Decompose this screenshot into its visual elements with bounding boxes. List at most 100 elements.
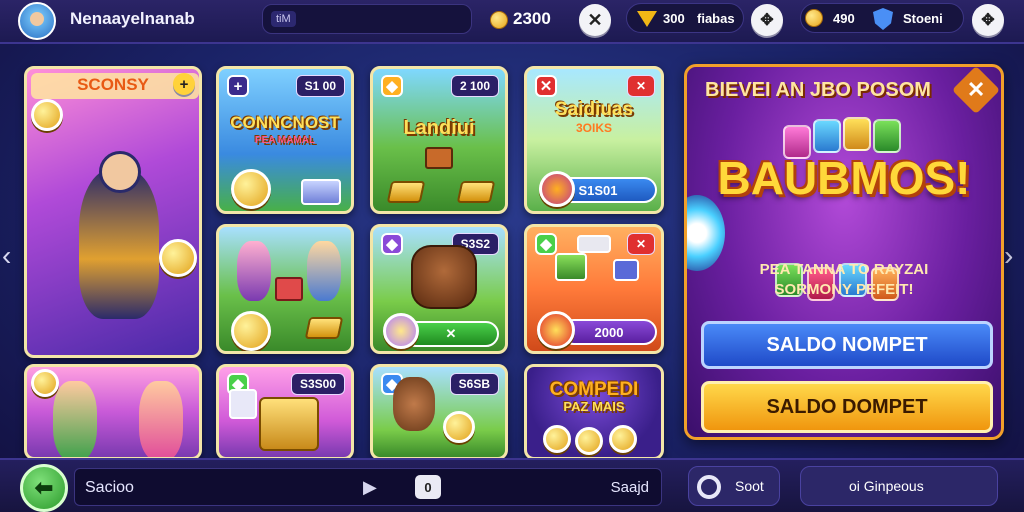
close-icon: ✕ xyxy=(535,75,557,97)
gold-bar-icon xyxy=(304,317,344,339)
chat-input[interactable]: Sacioo ▶ 0 Saajd xyxy=(74,468,662,506)
block-icon xyxy=(613,259,639,281)
game-card-warriors[interactable] xyxy=(216,224,354,354)
hero-head xyxy=(99,151,141,193)
carousel-right-arrow[interactable]: › xyxy=(1004,240,1013,272)
gear-icon xyxy=(697,475,721,499)
game-card-goblin[interactable]: ◆ S6SB xyxy=(370,364,508,460)
block-icon xyxy=(555,253,587,281)
gem-label: fiabas xyxy=(697,11,735,26)
search-field[interactable]: tiM xyxy=(262,4,472,34)
groups-button[interactable]: oi Ginpeous xyxy=(800,466,998,506)
prize-wheel-icon xyxy=(687,195,725,271)
send-label[interactable]: Saajd xyxy=(611,479,649,496)
expand-button[interactable]: ✥ xyxy=(751,4,783,36)
play-icon[interactable]: ▶ xyxy=(363,477,377,498)
close-button[interactable]: ✕ xyxy=(579,4,611,36)
crate-icon xyxy=(275,277,303,301)
game-card-hero[interactable]: SCONSY + xyxy=(24,66,202,358)
settings-button[interactable]: Soot xyxy=(688,466,780,506)
coin-icon xyxy=(543,425,571,453)
game-card-friends[interactable] xyxy=(24,364,202,460)
character-icon xyxy=(139,381,183,457)
search-tag: tiM xyxy=(271,11,296,27)
crate-icon xyxy=(425,147,453,169)
promo-header: BIEVEI AN JBO POSOM xyxy=(705,79,931,101)
player-avatar[interactable] xyxy=(18,2,56,40)
coin-icon xyxy=(231,311,271,351)
promo-subtitle-line2: SORMONY PEFEIT! xyxy=(774,281,914,298)
game-card-treasure[interactable]: ◆ S3S00 xyxy=(216,364,354,460)
character-icon xyxy=(53,381,97,457)
gem-count: 300 xyxy=(663,11,685,26)
game-card-blocks[interactable]: ◆ ✕ 2000 xyxy=(524,224,664,354)
saldo-nompet-button[interactable]: SALDO NOMPET xyxy=(701,321,993,369)
card-icon xyxy=(229,389,257,419)
card-price: 2 100 xyxy=(450,75,499,97)
coin-icon xyxy=(31,369,59,397)
coin-icon xyxy=(490,11,508,29)
chat-input-label: Sacioo xyxy=(85,479,134,496)
card-price: S6SB xyxy=(449,373,499,395)
badge-icon xyxy=(539,171,575,207)
top-bar: Nenaayelnanab tiM 2300 ✕ 300 fiabas ✥ 49… xyxy=(0,0,1024,44)
badge-icon xyxy=(383,313,419,349)
treasure-chest-icon xyxy=(259,397,319,451)
card-action-button[interactable]: 2000 xyxy=(561,319,657,345)
token-icon xyxy=(805,9,823,27)
shield-coin-icon xyxy=(159,239,197,277)
add-icon: + xyxy=(227,75,249,97)
camera-button[interactable]: 0 xyxy=(415,475,441,499)
promo-subtitle-line1: PEA TANNA TO RAYZAI xyxy=(759,261,929,278)
coin-icon xyxy=(609,425,637,453)
game-card-connect[interactable]: + S1 00 CONNCNOST PEA MAMAL xyxy=(216,66,354,214)
game-card-compedi[interactable]: COMPEDI PAZ MAIS xyxy=(524,364,664,460)
goblin-character xyxy=(393,377,435,431)
card-title: Landiui xyxy=(403,117,475,139)
back-arrow-button[interactable]: ⬅ xyxy=(20,464,68,512)
gold-bar-icon xyxy=(386,181,426,203)
card-price: ✕ xyxy=(626,75,655,97)
block-icon xyxy=(577,235,611,253)
carousel-left-arrow[interactable]: ‹ xyxy=(2,240,11,272)
chest-icon xyxy=(301,179,341,205)
fullscreen-button[interactable]: ✥ xyxy=(972,4,1004,36)
coin-icon xyxy=(231,169,271,209)
groups-label: oi Ginpeous xyxy=(849,478,924,494)
add-button[interactable]: + xyxy=(173,73,195,95)
coin-icon xyxy=(443,411,475,443)
bottom-bar: ⬅ Sacioo ▶ 0 Saajd Soot oi Ginpeous xyxy=(0,458,1024,512)
gem-icon: ◆ xyxy=(535,233,557,255)
token-count: 490 xyxy=(833,11,855,26)
gem-icon: ◆ xyxy=(381,233,403,255)
gold-bar-icon xyxy=(456,181,496,203)
game-card-saidiuas[interactable]: ✕ ✕ Saidiuas 3OIKS S1S01 xyxy=(524,66,664,214)
card-title: Saidiuas xyxy=(554,99,634,120)
card-subtitle: PAZ MAIS xyxy=(563,399,625,414)
promo-panel: BIEVEI AN JBO POSOM ✕ BAUBMOS! PEA TANNA… xyxy=(684,64,1004,440)
card-price: S1 00 xyxy=(295,75,345,97)
star-icon xyxy=(537,311,575,349)
card-price: S3S00 xyxy=(290,373,345,395)
shield-label: Stoeni xyxy=(903,11,943,26)
player-name: Nenaayelnanab xyxy=(70,9,195,28)
gem-icon xyxy=(843,117,871,151)
saldo-dompet-button[interactable]: SALDO DOMPET xyxy=(701,381,993,433)
stat-pill-shield[interactable]: 490 Stoeni xyxy=(800,3,964,33)
card-subtitle: 3OIKS xyxy=(575,121,612,135)
gem-icon xyxy=(637,11,657,27)
promo-close-button[interactable]: ✕ xyxy=(951,67,1001,115)
gem-icon: ◆ xyxy=(381,75,403,97)
character-icon xyxy=(307,241,341,301)
close-icon: ✕ xyxy=(626,233,655,255)
shield-icon xyxy=(873,8,893,30)
arrow-left-icon: ⬅ xyxy=(34,475,54,500)
promo-title: BAUBMOS! xyxy=(717,152,971,204)
card-subtitle: PEA MAMAL xyxy=(254,135,316,146)
card-title: CONNCNOST xyxy=(230,113,340,132)
golem-character xyxy=(411,245,477,309)
game-card-landiui[interactable]: ◆ 2 100 Landiui xyxy=(370,66,508,214)
coin-icon xyxy=(575,427,603,455)
stat-pill-gems[interactable]: 300 fiabas xyxy=(626,3,744,33)
game-card-golem[interactable]: ◆ S3S2 ✕ xyxy=(370,224,508,354)
